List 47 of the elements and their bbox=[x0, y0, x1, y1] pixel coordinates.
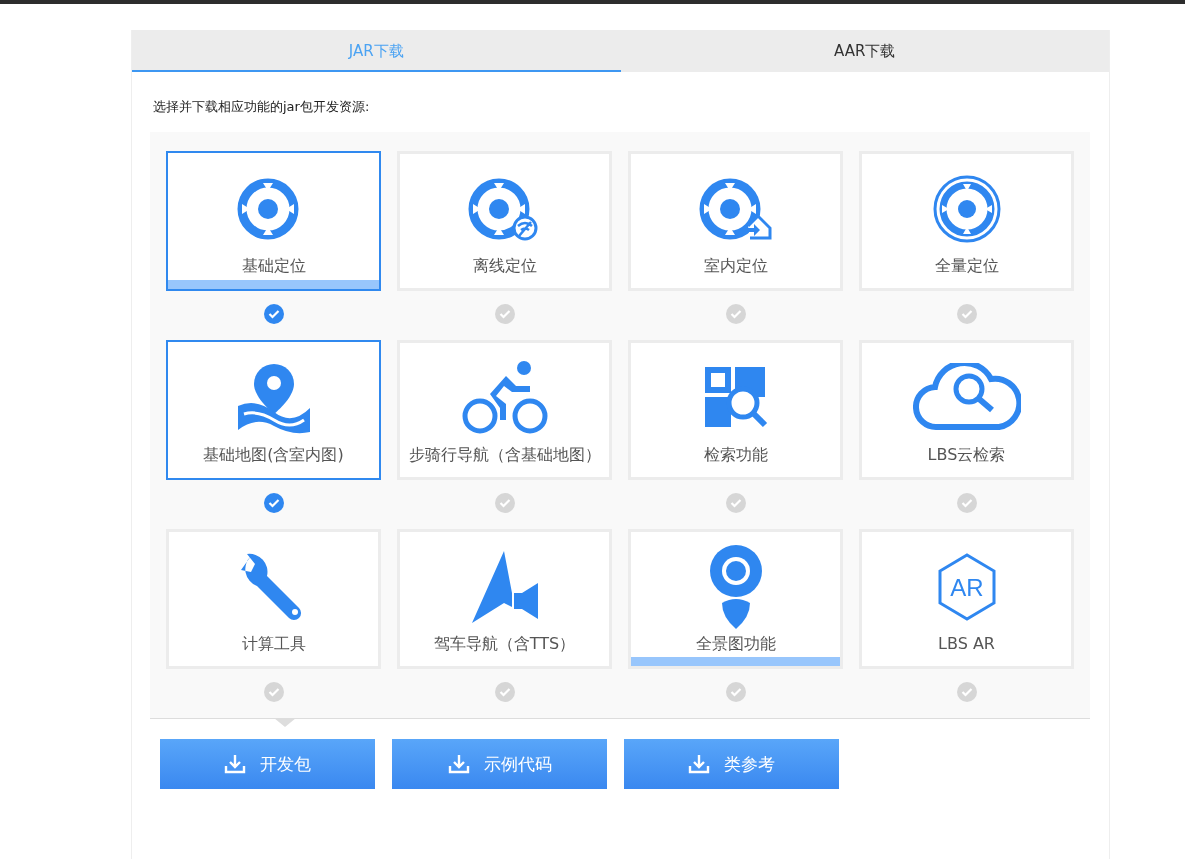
download-icon bbox=[224, 754, 246, 774]
checkmark-icon[interactable] bbox=[494, 304, 515, 324]
checkmark-icon[interactable] bbox=[725, 682, 746, 702]
module-card[interactable]: 驾车导航（含TTS） bbox=[397, 529, 612, 669]
tab[interactable]: AAR下载 bbox=[620, 30, 1109, 72]
module-card[interactable]: 基础定位 bbox=[166, 151, 381, 291]
checkmark-icon[interactable] bbox=[725, 304, 746, 324]
checkmark-icon[interactable] bbox=[494, 493, 515, 513]
checkmark-icon[interactable] bbox=[956, 682, 977, 702]
checkmark-icon[interactable] bbox=[956, 493, 977, 513]
checkmark-icon[interactable] bbox=[263, 493, 284, 513]
checkmark-icon[interactable] bbox=[494, 682, 515, 702]
module-label: LBS AR bbox=[938, 634, 995, 654]
module-label: 基础地图(含室内图) bbox=[203, 445, 344, 465]
module-label: 全量定位 bbox=[934, 256, 999, 276]
panorama-pin-icon bbox=[707, 545, 764, 629]
module-label: 计算工具 bbox=[241, 634, 306, 654]
module-label: 基础定位 bbox=[241, 256, 306, 276]
download-icon bbox=[688, 754, 710, 774]
module-card[interactable]: 检索功能 bbox=[628, 340, 843, 480]
module-card[interactable]: AR LBS AR bbox=[859, 529, 1074, 669]
download-icon bbox=[447, 754, 470, 774]
checkmark-icon[interactable] bbox=[263, 304, 284, 324]
module-card[interactable]: 全量定位 bbox=[859, 151, 1074, 291]
module-label: 检索功能 bbox=[703, 445, 768, 465]
module-card[interactable]: LBS云检索 bbox=[859, 340, 1074, 480]
module-card[interactable]: 步骑行导航（含基础地图） bbox=[397, 340, 612, 480]
cloud-search-icon bbox=[912, 363, 1021, 433]
module-label: LBS云检索 bbox=[927, 445, 1006, 465]
checkmark-icon[interactable] bbox=[956, 304, 977, 324]
module-label: 驾车导航（含TTS） bbox=[433, 634, 576, 654]
module-label: 室内定位 bbox=[703, 256, 768, 276]
module-card[interactable]: 基础地图(含室内图) bbox=[166, 340, 381, 480]
checkmark-icon[interactable] bbox=[263, 682, 284, 702]
module-card[interactable]: 全景图功能 bbox=[628, 529, 843, 669]
map-pin-icon bbox=[235, 361, 312, 434]
module-label: 步骑行导航（含基础地图） bbox=[408, 445, 601, 465]
instruction-text: 选择并下载相应功能的jar包开发资源: bbox=[153, 98, 371, 116]
module-label: 全景图功能 bbox=[695, 634, 776, 654]
module-card[interactable]: 室内定位 bbox=[628, 151, 843, 291]
checkmark-icon[interactable] bbox=[725, 493, 746, 513]
navigation-arrow-icon bbox=[469, 549, 540, 625]
target-icon bbox=[931, 174, 1002, 244]
module-card[interactable]: 计算工具 bbox=[166, 529, 381, 669]
module-label: 离线定位 bbox=[472, 256, 537, 276]
pointer-notch bbox=[274, 718, 296, 727]
module-card[interactable]: 离线定位 bbox=[397, 151, 612, 291]
